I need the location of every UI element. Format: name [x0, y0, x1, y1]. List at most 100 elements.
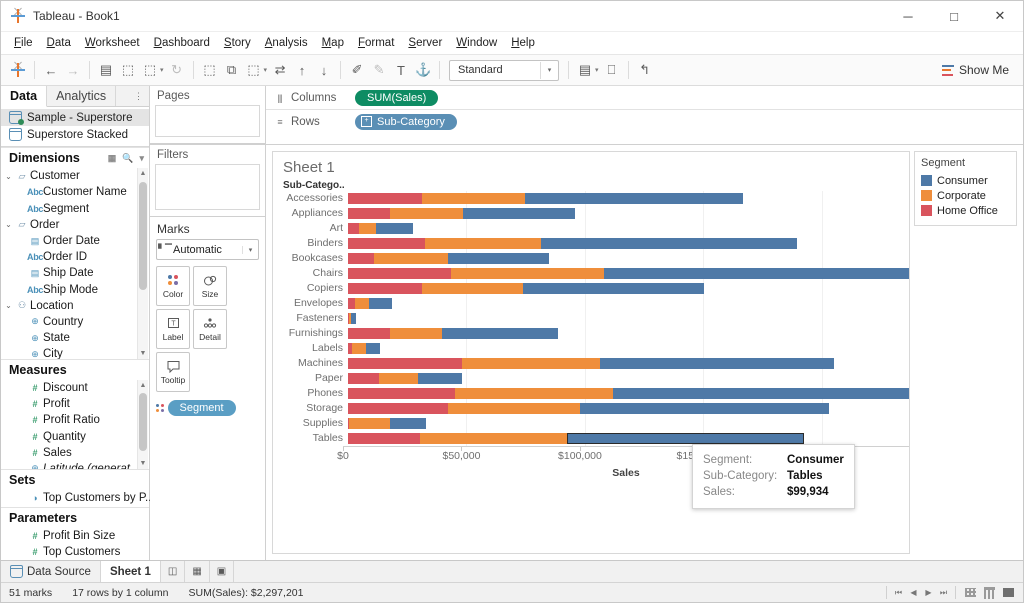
menu-worksheet[interactable]: Worksheet	[78, 34, 147, 52]
field-profit[interactable]: #Profit	[1, 396, 149, 412]
bar-segment[interactable]	[442, 328, 558, 339]
bar-segment[interactable]	[369, 298, 392, 309]
bar-segment[interactable]	[348, 283, 422, 294]
rows-shelf[interactable]: ≡ Rows + Sub-Category	[266, 110, 1023, 133]
dimensions-scrollbar[interactable]: ▲ ▼	[137, 168, 148, 359]
bar-segment[interactable]	[567, 433, 804, 444]
color-legend[interactable]: Segment ConsumerCorporateHome Office	[914, 151, 1017, 226]
data-source-superstore-stacked[interactable]: Superstore Stacked	[1, 126, 149, 143]
minimize-button[interactable]: ─	[885, 1, 931, 31]
pause-auto-updates-button[interactable]: ⬚	[139, 59, 161, 81]
filters-dropzone[interactable]	[155, 164, 260, 210]
bar-segment[interactable]	[348, 403, 448, 414]
bar-segment[interactable]	[420, 433, 567, 444]
sort-descending-button[interactable]: ↓	[313, 59, 335, 81]
y-axis-label[interactable]: Art	[273, 221, 343, 236]
menu-analysis[interactable]: Analysis	[258, 34, 315, 52]
bar-segment[interactable]	[348, 268, 451, 279]
bar-segment[interactable]	[422, 193, 525, 204]
presentation-mode-icon[interactable]: ⎕	[601, 59, 623, 81]
scroll-down-icon[interactable]: ▼	[138, 348, 148, 359]
bar-segment[interactable]	[604, 268, 909, 279]
refresh-data-source-button[interactable]: ↻	[166, 59, 188, 81]
pages-dropzone[interactable]	[155, 105, 260, 137]
columns-shelf[interactable]: ||| Columns SUM(Sales)	[266, 86, 1023, 110]
chevron-down-icon[interactable]: ▾	[242, 246, 258, 254]
expand-icon[interactable]: ⌄	[3, 172, 14, 181]
nav-last-button[interactable]: ⏭	[936, 583, 951, 602]
y-axis-label[interactable]: Copiers	[273, 281, 343, 296]
y-axis-label[interactable]: Machines	[273, 356, 343, 371]
show-me-button[interactable]: Show Me	[934, 60, 1017, 80]
fix-axes-button[interactable]: ⚓	[412, 59, 434, 81]
bar-segment[interactable]	[462, 358, 599, 369]
marks-detail-button[interactable]: Detail	[193, 309, 227, 349]
menu-data[interactable]: Data	[40, 34, 78, 52]
chevron-down-icon[interactable]: ▾	[540, 62, 558, 79]
data-source-sample-superstore[interactable]: Sample - Superstore	[1, 109, 149, 126]
field-sales[interactable]: #Sales	[1, 445, 149, 461]
connect-new-data-source-button[interactable]: ⬚	[117, 59, 139, 81]
bar-segment[interactable]	[359, 223, 376, 234]
pane-options-icon[interactable]: ⋮	[128, 86, 149, 106]
bar-segment[interactable]	[580, 403, 829, 414]
field-ship-date[interactable]: ▤Ship Date	[1, 265, 149, 281]
menu-story[interactable]: Story	[217, 34, 258, 52]
field-ship-mode[interactable]: AbcShip Mode	[1, 281, 149, 297]
highlight-button[interactable]: ✐	[346, 59, 368, 81]
pill-sub-category[interactable]: + Sub-Category	[355, 114, 457, 130]
scroll-down-icon[interactable]: ▼	[138, 458, 148, 469]
marks-color-button[interactable]: Color	[156, 266, 190, 306]
field-top-customers[interactable]: #Top Customers	[1, 544, 149, 560]
data-source-tab[interactable]: Data Source	[1, 561, 101, 582]
menu-window[interactable]: Window	[449, 34, 504, 52]
y-axis-label[interactable]: Envelopes	[273, 296, 343, 311]
tab-analytics[interactable]: Analytics	[47, 86, 116, 106]
close-button[interactable]: ✕	[977, 1, 1023, 31]
legend-item-home-office[interactable]: Home Office	[921, 203, 1010, 218]
bar-segment[interactable]	[600, 358, 835, 369]
new-dashboard-icon[interactable]: ▦	[185, 561, 209, 582]
chevron-down-icon[interactable]: ▾	[139, 153, 144, 164]
bar-segment[interactable]	[348, 253, 374, 264]
pages-shelf[interactable]: Pages	[150, 86, 265, 144]
bar-segment[interactable]	[348, 298, 355, 309]
nav-prev-button[interactable]: ◀	[906, 583, 921, 602]
bar-segment[interactable]	[348, 208, 390, 219]
expand-hierarchy-icon[interactable]: +	[361, 116, 372, 127]
bar-segment[interactable]	[351, 313, 356, 324]
bar-segment[interactable]	[348, 223, 359, 234]
show-mark-labels-button[interactable]: T	[390, 59, 412, 81]
sort-ascending-button[interactable]: ↑	[291, 59, 313, 81]
new-worksheet-button[interactable]: ⬚	[199, 59, 221, 81]
field-customer-name[interactable]: AbcCustomer Name	[1, 184, 149, 200]
field-state[interactable]: ⊕State	[1, 330, 149, 346]
bar-segment[interactable]	[541, 238, 797, 249]
bar-segment[interactable]	[523, 283, 703, 294]
bar-segment[interactable]	[418, 373, 462, 384]
y-axis-label[interactable]: Furnishings	[273, 326, 343, 341]
field-order-id[interactable]: AbcOrder ID	[1, 249, 149, 265]
field-quantity[interactable]: #Quantity	[1, 428, 149, 444]
bar-segment[interactable]	[348, 388, 455, 399]
menu-dashboard[interactable]: Dashboard	[147, 34, 217, 52]
toolbar-home-logo-icon[interactable]	[7, 59, 29, 81]
bar-segment[interactable]	[448, 253, 550, 264]
legend-item-corporate[interactable]: Corporate	[921, 188, 1010, 203]
field-profit-ratio[interactable]: #Profit Ratio	[1, 412, 149, 428]
clear-sheet-button[interactable]: ⬚	[243, 59, 265, 81]
maximize-button[interactable]: □	[931, 1, 977, 31]
y-axis-label[interactable]: Storage	[273, 401, 343, 416]
back-button[interactable]: ←	[40, 59, 62, 81]
duplicate-sheet-button[interactable]: ⧉	[221, 59, 243, 81]
scroll-up-icon[interactable]: ▲	[138, 380, 148, 391]
field-country[interactable]: ⊕Country	[1, 314, 149, 330]
group-members-button[interactable]: ✎	[368, 59, 390, 81]
menu-format[interactable]: Format	[351, 34, 401, 52]
bar-segment[interactable]	[422, 283, 524, 294]
view-mode-grid-icon[interactable]	[962, 583, 979, 602]
bar-segment[interactable]	[348, 433, 420, 444]
nav-first-button[interactable]: ⏮	[891, 583, 906, 602]
bar-segment[interactable]	[455, 388, 613, 399]
bar-segment[interactable]	[463, 208, 574, 219]
